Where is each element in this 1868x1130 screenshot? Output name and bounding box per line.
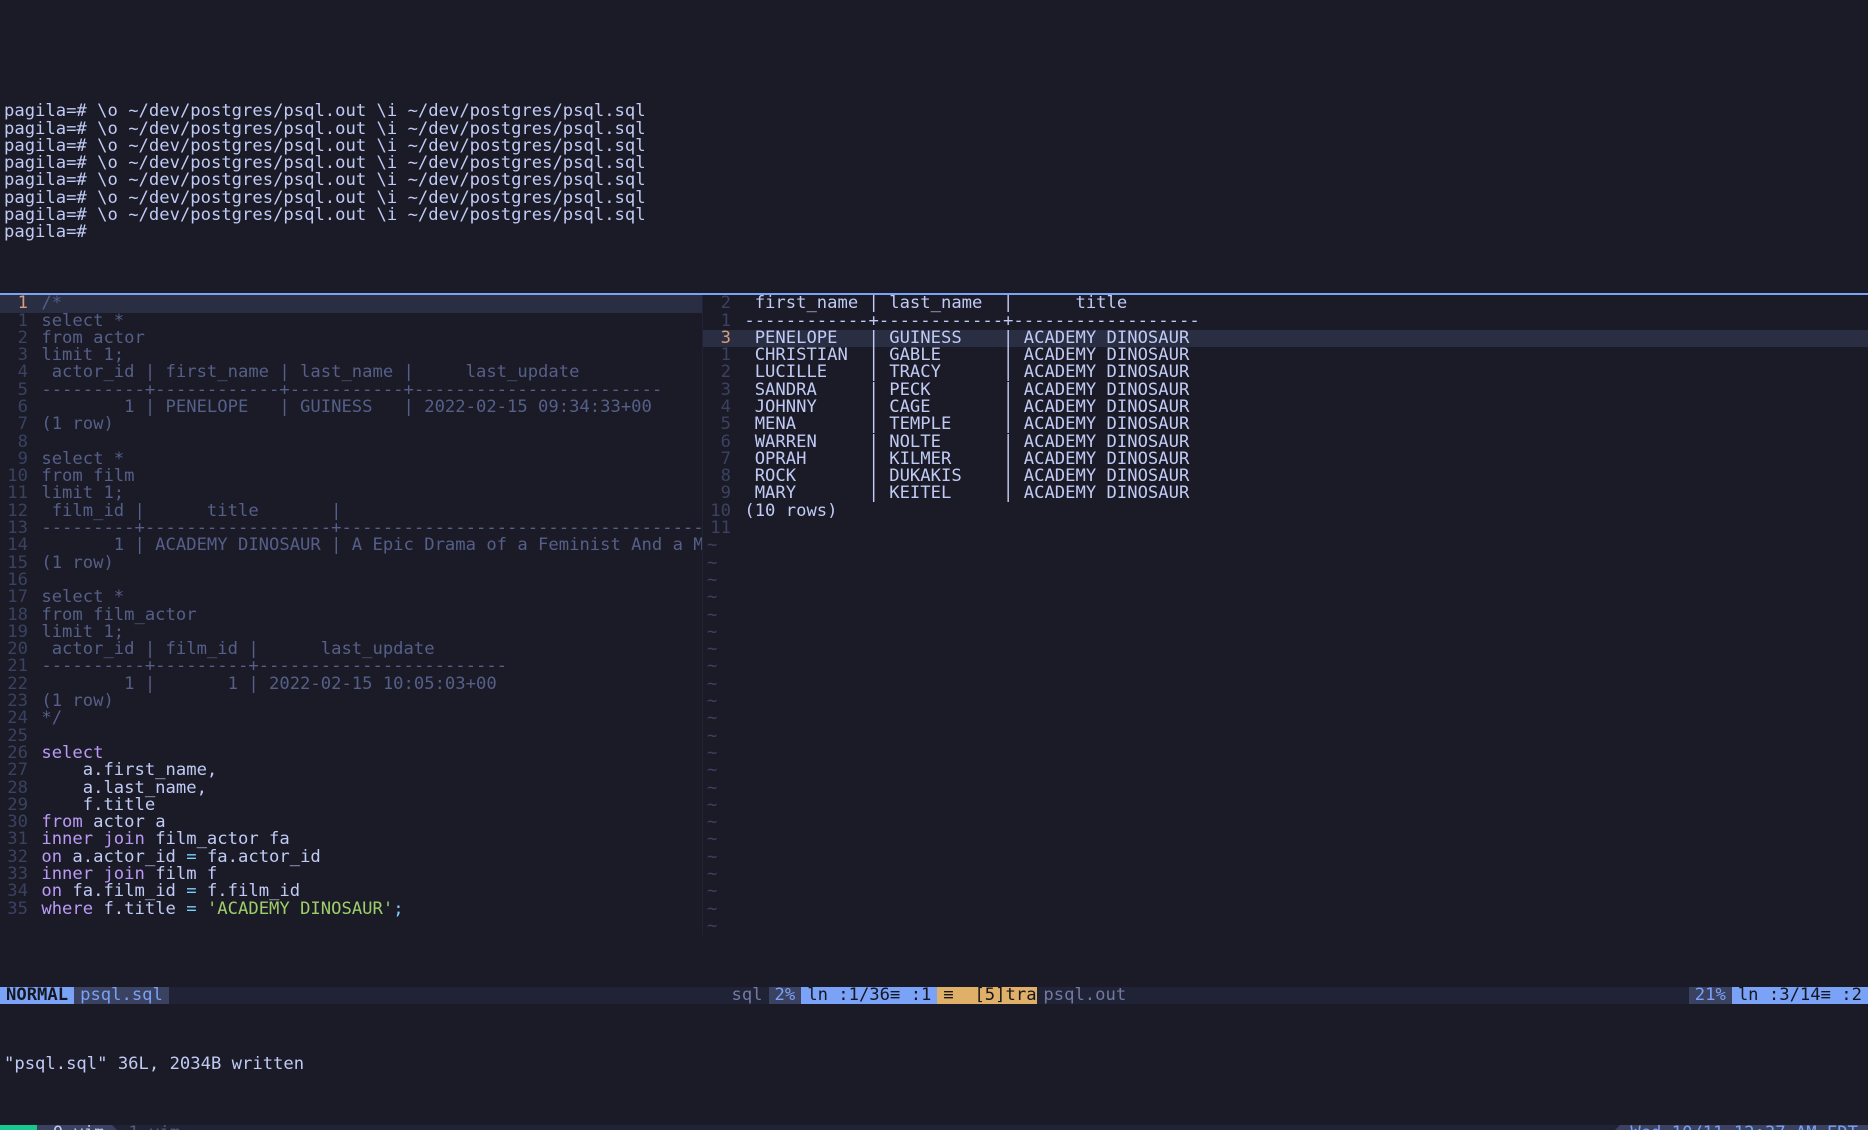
- status-percent-left: 2%: [769, 987, 802, 1004]
- editor-line[interactable]: 7 (1 row): [0, 416, 702, 433]
- vim-split-left[interactable]: 1 /*1 select *2 from actor3 limit 1;4 ac…: [0, 295, 702, 935]
- empty-tilde: ~: [703, 831, 1868, 848]
- vim-message-line: "psql.sql" 36L, 2034B written: [0, 1056, 1868, 1073]
- empty-tilde: ~: [703, 745, 1868, 762]
- editor-line[interactable]: 23 (1 row): [0, 693, 702, 710]
- tmux-window-active[interactable]: 0 vim: [37, 1125, 113, 1130]
- status-diagnostics: ≡ [5]trai…: [937, 987, 1037, 1004]
- tmux-window-other[interactable]: 1 vim: [112, 1125, 188, 1130]
- empty-tilde: ~: [703, 624, 1868, 641]
- empty-tilde: ~: [703, 658, 1868, 675]
- empty-tilde: ~: [703, 883, 1868, 900]
- empty-tilde: ~: [703, 537, 1868, 554]
- empty-tilde: ~: [703, 728, 1868, 745]
- output-footer: 10 (10 rows): [703, 503, 1868, 520]
- editor-line[interactable]: 24 */: [0, 710, 702, 727]
- vim-split-right[interactable]: 2 first_name | last_name | title1 ------…: [702, 295, 1868, 935]
- terminal-pane-top[interactable]: pagila=# \o ~/dev/postgres/psql.out \i ~…: [0, 103, 1868, 241]
- empty-tilde: ~: [703, 797, 1868, 814]
- vim-statusline: NORMAL psql.sql sql 2% ln :1/36≡ :1 ≡ [5…: [0, 987, 1868, 1004]
- status-mid-right: [1132, 987, 1689, 1004]
- empty-tilde: ~: [703, 866, 1868, 883]
- status-filename-right: psql.out: [1037, 987, 1132, 1004]
- vim-splits: 1 /*1 select *2 from actor3 limit 1;4 ac…: [0, 293, 1868, 935]
- empty-tilde: ~: [703, 572, 1868, 589]
- empty-tilde: ~: [703, 849, 1868, 866]
- status-percent-right: 21%: [1689, 987, 1732, 1004]
- status-filetype: sql: [725, 987, 768, 1004]
- empty-tilde: ~: [703, 607, 1868, 624]
- editor-line[interactable]: 15 (1 row): [0, 555, 702, 572]
- status-position-right: ln :3/14≡ :2: [1732, 987, 1868, 1004]
- empty-tilde: ~: [703, 762, 1868, 779]
- empty-tilde: ~: [703, 814, 1868, 831]
- empty-tilde: ~: [703, 918, 1868, 935]
- status-filename-left: psql.sql: [74, 987, 169, 1004]
- status-position-left: ln :1/36≡ :1: [801, 987, 937, 1004]
- empty-tilde: ~: [703, 901, 1868, 918]
- empty-tilde: ~: [703, 641, 1868, 658]
- tmux-prefix-indicator: [0, 1125, 37, 1130]
- status-mid-left: [169, 987, 726, 1004]
- terminal-prompt[interactable]: pagila=#: [4, 224, 1868, 241]
- tmux-statusbar[interactable]: 0 vim 1 vim Wed 10/11 12:37 AM EDT: [0, 1125, 1868, 1130]
- empty-tilde: ~: [703, 693, 1868, 710]
- terminal-line: pagila=# \o ~/dev/postgres/psql.out \i ~…: [4, 207, 1868, 224]
- output-empty: 11: [703, 520, 1868, 537]
- empty-tilde: ~: [703, 555, 1868, 572]
- empty-tilde: ~: [703, 589, 1868, 606]
- tmux-datetime: Wed 10/11 12:37 AM EDT: [1620, 1125, 1868, 1130]
- empty-tilde: ~: [703, 780, 1868, 797]
- empty-tilde: ~: [703, 676, 1868, 693]
- empty-tilde: ~: [703, 710, 1868, 727]
- editor-line[interactable]: 25: [0, 728, 702, 745]
- output-row: 9 MARY | KEITEL | ACADEMY DINOSAUR: [703, 485, 1868, 502]
- mode-indicator: NORMAL: [0, 987, 74, 1004]
- editor-line[interactable]: 35 where f.title = 'ACADEMY DINOSAUR';: [0, 901, 702, 918]
